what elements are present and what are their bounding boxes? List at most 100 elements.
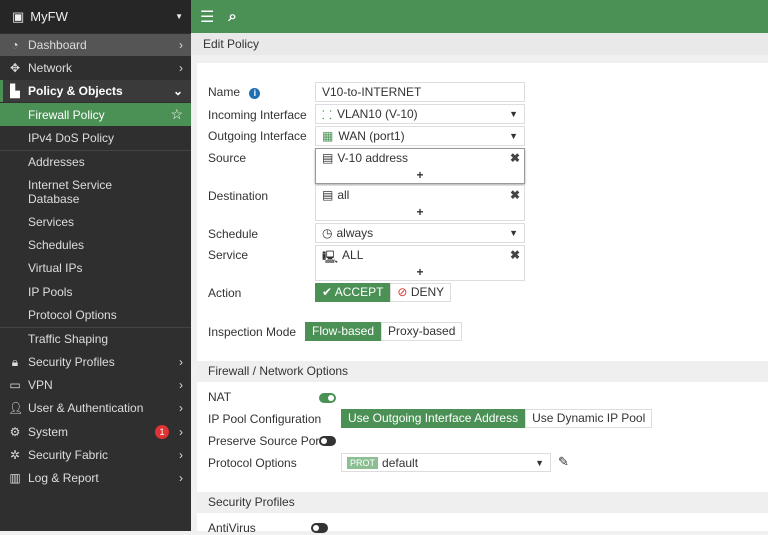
value: VLAN10 (V-10)	[336, 107, 418, 121]
label: User & Authentication	[28, 401, 144, 415]
deny-button[interactable]: ⊘ DENY	[390, 283, 452, 302]
preserve-source-port-toggle[interactable]	[319, 436, 336, 446]
outgoing-interface-select[interactable]: ▦ WAN (port1) ▼	[315, 126, 525, 146]
label: VPN	[28, 378, 53, 392]
notification-badge: 1	[155, 425, 169, 439]
sidebar-item-security-profiles[interactable]: 🔒︎ Security Profiles ›	[0, 351, 191, 373]
label: Services	[28, 215, 75, 229]
label: Protocol Options	[28, 308, 117, 322]
proxy-based-button[interactable]: Proxy-based	[381, 322, 463, 341]
sidebar-item-policy-objects[interactable]: ▙ Policy & Objects ⌄	[0, 80, 191, 102]
device-icon: ▣	[12, 8, 25, 24]
sidebar-item-services[interactable]: Services	[0, 211, 191, 233]
incoming-interface-select[interactable]: ⸬ VLAN10 (V-10) ▼	[315, 104, 525, 124]
sidebar-item-dashboard[interactable]: ◔ Dashboard ›	[0, 34, 191, 56]
name-label: Name i	[208, 85, 261, 99]
sidebar-item-system[interactable]: ⚙ System 1 ›	[0, 421, 191, 443]
sidebar-item-protocol-options[interactable]: Protocol Options	[0, 304, 191, 326]
value: all	[337, 188, 350, 202]
nat-toggle[interactable]	[319, 393, 336, 403]
value: default	[382, 455, 419, 470]
antivirus-toggle[interactable]	[311, 523, 328, 533]
value: V-10 address	[337, 151, 409, 165]
value: ALL	[342, 248, 364, 262]
sidebar-item-vpn[interactable]: ▭ VPN ›	[0, 374, 191, 396]
sidebar-item-internet-service-database[interactable]: Internet Service Database	[0, 176, 150, 208]
gear-icon: ⚙	[9, 425, 21, 439]
search-icon[interactable]: ⌕	[228, 8, 236, 25]
action-toggle: ✔ ACCEPT ⊘ DENY	[315, 283, 452, 302]
accept-button[interactable]: ✔ ACCEPT	[315, 283, 391, 302]
antivirus-label: AntiVirus	[208, 521, 256, 535]
label: System	[28, 425, 69, 439]
sidebar-item-security-fabric[interactable]: ✲ Security Fabric ›	[0, 444, 191, 466]
sidebar-item-log-report[interactable]: ▥ Log & Report ›	[0, 467, 191, 489]
destination-field[interactable]: ▤ all ✖ +	[315, 185, 525, 221]
sidebar-item-firewall-policy[interactable]: Firewall Policy ☆	[0, 103, 191, 126]
sidebar-item-network[interactable]: ✥ Network ›	[0, 57, 191, 79]
address-icon: ▤	[322, 151, 334, 165]
remove-icon[interactable]: ✖	[510, 151, 520, 165]
network-icon: ✥	[9, 61, 21, 75]
check-icon: ✔	[322, 285, 333, 299]
label: Schedules	[28, 238, 85, 252]
chevron-right-icon: ›	[179, 425, 183, 439]
label: ACCEPT	[334, 285, 384, 299]
service-field[interactable]: 🖳︎ ALL ✖ +	[315, 245, 525, 281]
port-icon: ▦	[322, 129, 334, 143]
chart-icon: ▥	[9, 471, 21, 485]
security-profiles-header: Security Profiles	[197, 492, 768, 513]
page-title: Edit Policy	[191, 33, 768, 55]
label: Dashboard	[28, 38, 87, 52]
protocol-options-select[interactable]: PROT default ▼	[341, 453, 551, 472]
protocol-options-label: Protocol Options	[208, 456, 297, 470]
preserve-source-port-label: Preserve Source Port	[208, 434, 323, 448]
sidebar-item-ipv4-dos-policy[interactable]: IPv4 DoS Policy	[0, 127, 191, 149]
menu-icon[interactable]: ☰	[200, 7, 214, 27]
schedule-label: Schedule	[208, 227, 259, 241]
sidebar-item-schedules[interactable]: Schedules	[0, 234, 191, 256]
chevron-right-icon: ›	[179, 355, 183, 369]
label: IP Pools	[28, 285, 73, 299]
nat-label: NAT	[208, 390, 232, 404]
use-dynamic-ip-pool-button[interactable]: Use Dynamic IP Pool	[525, 409, 653, 428]
add-icon[interactable]: +	[316, 168, 524, 182]
destination-label: Destination	[208, 189, 269, 203]
sidebar-item-user-authentication[interactable]: 👤︎ User & Authentication ›	[0, 397, 191, 419]
lock-icon: 🔒︎	[11, 354, 19, 369]
chevron-right-icon: ›	[179, 38, 183, 52]
chevron-down-icon: ⌄	[172, 84, 183, 98]
label: Security Fabric	[28, 448, 109, 462]
chevron-right-icon: ›	[179, 471, 183, 485]
action-label: Action	[208, 286, 242, 300]
value: WAN (port1)	[338, 129, 405, 143]
info-icon[interactable]: i	[249, 88, 261, 99]
sidebar-item-traffic-shaping[interactable]: Traffic Shaping	[0, 327, 191, 350]
caret-down-icon: ▼	[509, 131, 518, 141]
sidebar-item-addresses[interactable]: Addresses	[0, 150, 191, 172]
flow-based-button[interactable]: Flow-based	[305, 322, 382, 341]
add-icon[interactable]: +	[316, 205, 524, 219]
value: always	[336, 226, 374, 240]
sidebar-item-ip-pools[interactable]: IP Pools	[0, 281, 191, 303]
sidebar-item-virtual-ips[interactable]: Virtual IPs	[0, 257, 191, 279]
label: Network	[28, 61, 73, 75]
outgoing-interface-label: Outgoing Interface	[208, 129, 307, 143]
device-selector[interactable]: ▣ MyFW ▼	[0, 0, 191, 33]
use-outgoing-interface-button[interactable]: Use Outgoing Interface Address	[341, 409, 526, 428]
label: Traffic Shaping	[28, 332, 109, 346]
label: Policy & Objects	[28, 84, 123, 98]
name-input[interactable]: V10-to-INTERNET	[315, 82, 525, 102]
edit-icon[interactable]: ✎	[558, 454, 569, 470]
remove-icon[interactable]: ✖	[510, 188, 520, 202]
star-icon[interactable]: ☆	[170, 106, 183, 123]
fabric-icon: ✲	[9, 448, 21, 462]
add-icon[interactable]: +	[316, 265, 524, 279]
label: Addresses	[28, 154, 85, 169]
remove-icon[interactable]: ✖	[510, 248, 520, 262]
schedule-select[interactable]: ◷ always ▼	[315, 223, 525, 243]
user-icon: 👤︎	[8, 401, 24, 415]
prot-badge: PROT	[347, 456, 379, 469]
source-field[interactable]: ▤ V-10 address ✖ +	[315, 148, 525, 184]
label: Firewall Policy	[28, 107, 105, 122]
